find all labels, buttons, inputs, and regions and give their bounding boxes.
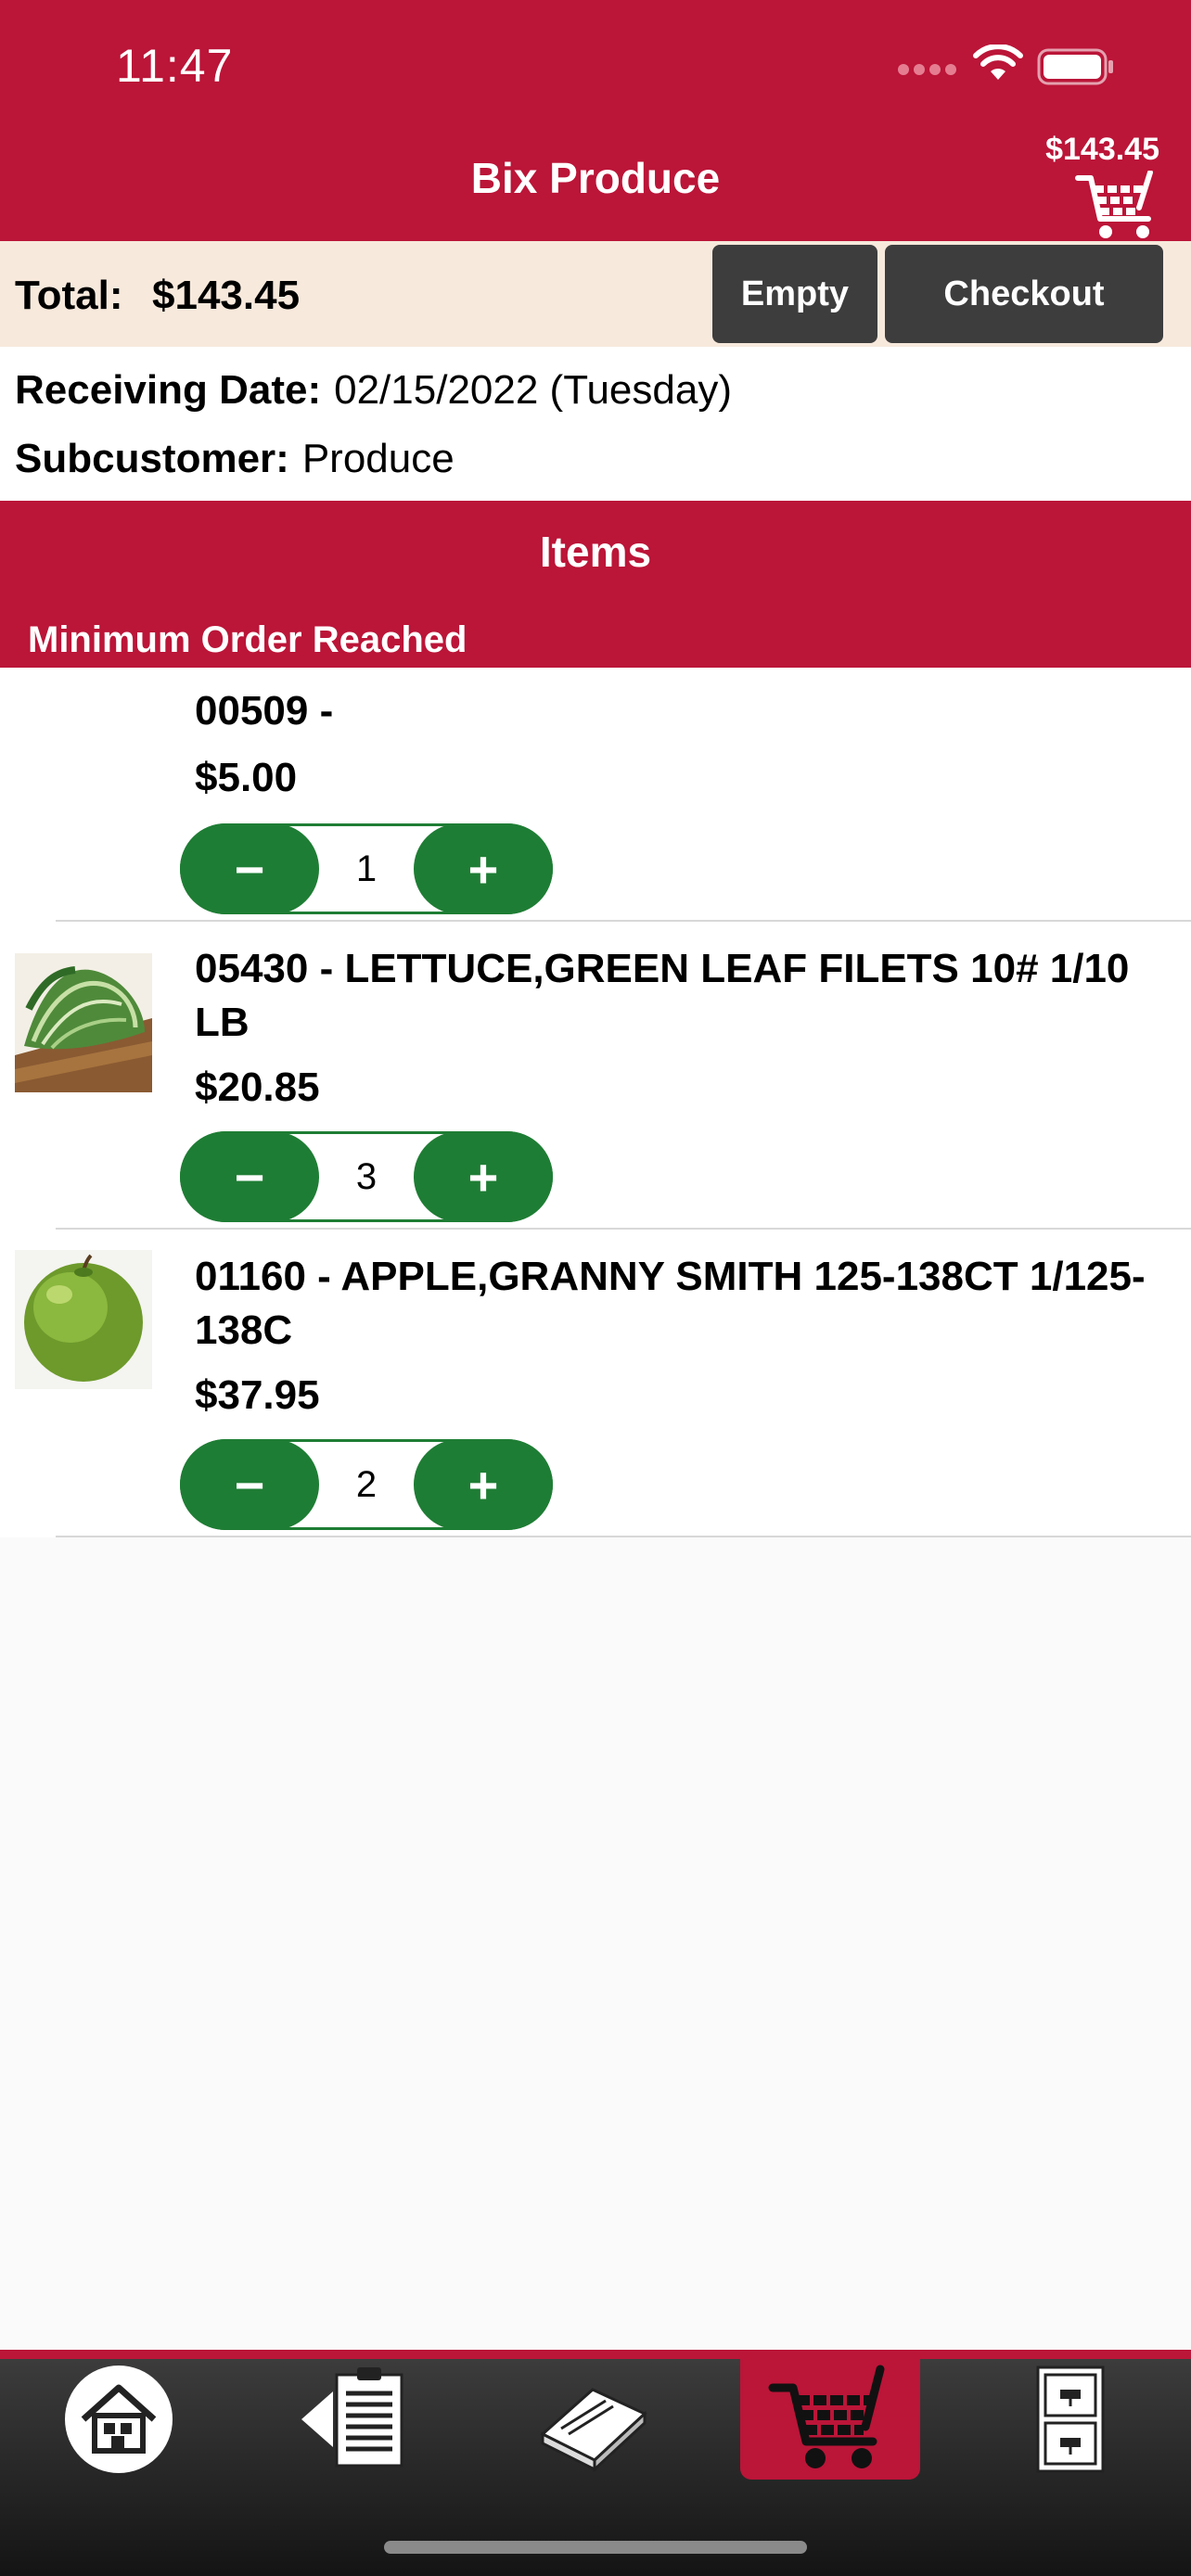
receiving-date-value: 02/15/2022 (Tuesday) <box>334 367 732 413</box>
list-item[interactable]: 05430 - LETTUCE,GREEN LEAF FILETS 10# 1/… <box>0 922 1191 1230</box>
increase-quantity-button[interactable]: + <box>414 1439 553 1530</box>
increase-quantity-button[interactable]: + <box>414 1131 553 1222</box>
total-value: $143.45 <box>152 273 301 318</box>
quantity-value[interactable]: 3 <box>319 1134 414 1219</box>
wifi-icon <box>972 44 1024 86</box>
item-price: $20.85 <box>195 1065 320 1110</box>
quantity-stepper: − 1 + <box>180 823 553 914</box>
quantity-stepper: − 3 + <box>180 1131 553 1222</box>
battery-icon <box>1037 48 1117 90</box>
subcustomer-row: Subcustomer: Produce <box>15 436 455 482</box>
checkout-button[interactable]: Checkout <box>885 245 1163 343</box>
header-cart-icon[interactable] <box>1074 170 1163 246</box>
total-label: Total: <box>15 273 123 318</box>
quantity-stepper: − 2 + <box>180 1439 553 1530</box>
item-price: $37.95 <box>195 1372 320 1418</box>
green-apple-photo <box>15 1250 152 1389</box>
cart-icon <box>768 2365 885 2468</box>
subcustomer-label: Subcustomer: <box>15 436 289 481</box>
home-indicator[interactable] <box>384 2541 807 2554</box>
decrease-quantity-button[interactable]: − <box>180 1131 319 1222</box>
tab-history[interactable] <box>980 2359 1161 2480</box>
quantity-value[interactable]: 1 <box>319 826 414 912</box>
empty-cart-button[interactable]: Empty <box>712 245 877 343</box>
order-guide-icon <box>301 2367 403 2468</box>
decrease-quantity-button[interactable]: − <box>180 1439 319 1530</box>
minimum-order-status: Minimum Order Reached <box>28 619 467 660</box>
increase-quantity-button[interactable]: + <box>414 823 553 914</box>
quantity-value[interactable]: 2 <box>319 1442 414 1527</box>
catalog-book-icon <box>540 2388 647 2473</box>
status-time: 11:47 <box>116 40 234 92</box>
decrease-quantity-button[interactable]: − <box>180 823 319 914</box>
home-icon <box>65 2366 173 2473</box>
divider <box>56 1536 1191 1537</box>
tabbar-accent-line <box>0 2350 1191 2359</box>
tab-cart[interactable] <box>740 2359 920 2480</box>
item-price: $5.00 <box>195 755 298 800</box>
lettuce-photo <box>15 953 152 1092</box>
header-cart-total[interactable]: $143.45 <box>1011 132 1159 168</box>
item-name: 05430 - LETTUCE,GREEN LEAF FILETS 10# 1/… <box>195 946 1130 1045</box>
receiving-date-row: Receiving Date: 02/15/2022 (Tuesday) <box>15 367 732 414</box>
receiving-date-label: Receiving Date: <box>15 367 322 413</box>
list-item[interactable]: 00509 - $5.00 − 1 + <box>0 668 1191 922</box>
tab-home[interactable] <box>28 2359 210 2480</box>
tab-order-guide[interactable] <box>265 2359 447 2480</box>
subcustomer-value: Produce <box>301 436 455 481</box>
item-name: 01160 - APPLE,GRANNY SMITH 125-138CT 1/1… <box>195 1254 1146 1353</box>
cart-items-list: 00509 - $5.00 − 1 + 05430 - LETTUCE,GREE… <box>0 668 1191 1537</box>
items-title: Items <box>539 528 652 576</box>
cellular-signal-icon <box>898 63 961 82</box>
app-header <box>0 0 1191 241</box>
list-item[interactable]: 01160 - APPLE,GRANNY SMITH 125-138CT 1/1… <box>0 1230 1191 1537</box>
item-name: 00509 - <box>195 688 334 733</box>
tab-catalog[interactable] <box>503 2359 685 2480</box>
file-cabinet-icon <box>1036 2366 1105 2473</box>
